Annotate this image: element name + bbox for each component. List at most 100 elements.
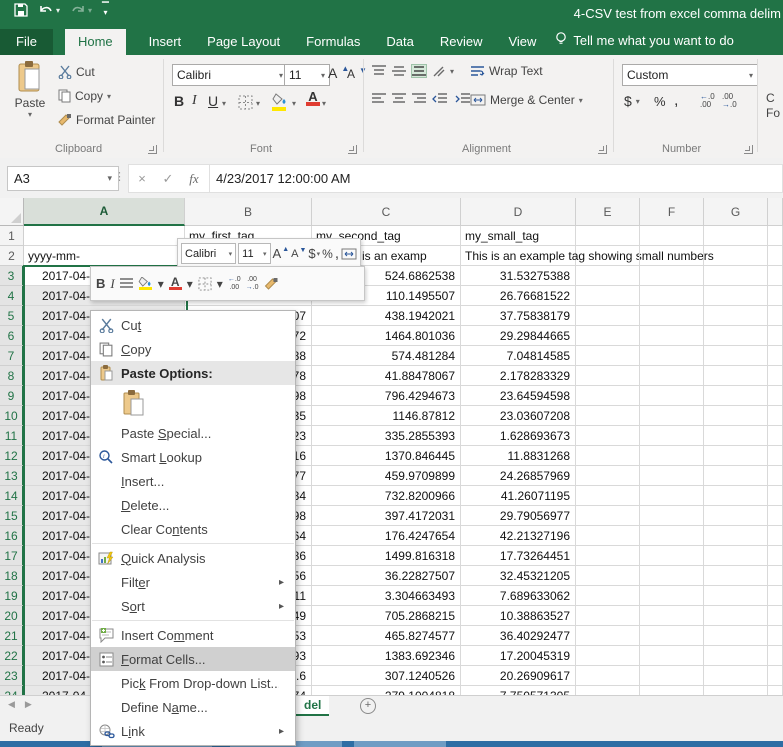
grid-cell-D22[interactable]: 17.20045319 [461, 646, 576, 666]
grid-cell-E4[interactable] [576, 286, 640, 306]
cut-button[interactable]: Cut [58, 65, 95, 79]
number-format-combo[interactable]: Custom ▾ [622, 64, 758, 86]
grid-cell-C7[interactable]: 574.481284 [312, 346, 461, 366]
menu-item-paste-options[interactable]: Paste Options: [91, 361, 295, 385]
grid-cell-F14[interactable] [640, 486, 704, 506]
grid-cell-E20[interactable] [576, 606, 640, 626]
grid-cell-D5[interactable]: 37.75838179 [461, 306, 576, 326]
grid-cell-D15[interactable]: 29.79056977 [461, 506, 576, 526]
align-center-icon[interactable] [392, 93, 406, 105]
mini-font-size-combo[interactable]: 11 ▾ [238, 243, 271, 264]
row-header-14[interactable]: 14 [0, 486, 24, 506]
grid-cell-F10[interactable] [640, 406, 704, 426]
align-left-icon[interactable] [372, 93, 386, 105]
grid-cell-F8[interactable] [640, 366, 704, 386]
grid-cell-D17[interactable]: 17.73264451 [461, 546, 576, 566]
row-header-2[interactable]: 2 [0, 246, 24, 266]
merge-center-dropdown-icon[interactable]: ▾ [579, 96, 583, 105]
borders-icon[interactable] [198, 276, 212, 291]
clipboard-dialog-launcher-icon[interactable] [148, 145, 157, 154]
italic-button[interactable]: I [192, 93, 197, 109]
decrease-decimal-button[interactable]: .00 →.0 [722, 93, 737, 109]
grid-cell-F17[interactable] [640, 546, 704, 566]
chevron-down-icon[interactable]: ▾ [273, 71, 283, 80]
paste-icon[interactable] [121, 389, 147, 417]
grid-cell-C9[interactable]: 796.4294673 [312, 386, 461, 406]
borders-dropdown-icon[interactable]: ▾ [217, 277, 223, 291]
grid-cell-G7[interactable] [704, 346, 768, 366]
grid-cell-D1[interactable]: my_small_tag [461, 226, 576, 246]
grid-cell-F4[interactable] [640, 286, 704, 306]
fill-color-dropdown-icon[interactable]: ▾ [292, 99, 296, 108]
grid-cell-E13[interactable] [576, 466, 640, 486]
grid-cell-E6[interactable] [576, 326, 640, 346]
row-header-4[interactable]: 4 [0, 286, 24, 306]
currency-icon[interactable]: $ ▾ [308, 246, 320, 261]
name-box[interactable]: A3 ▾ [7, 166, 119, 191]
font-color-icon[interactable]: A [168, 276, 182, 290]
grid-cell-F3[interactable] [640, 266, 704, 286]
bottom-align-icon[interactable] [411, 64, 427, 78]
menu-item-sort[interactable]: Sort ▸ [91, 594, 295, 618]
chevron-down-icon[interactable]: ▾ [743, 71, 753, 80]
grid-cell[interactable] [768, 326, 783, 346]
paste-button[interactable]: Paste ▾ [8, 61, 52, 127]
tab-formulas[interactable]: Formulas [293, 29, 373, 55]
align-right-icon[interactable] [412, 93, 426, 105]
grid-cell-F19[interactable] [640, 586, 704, 606]
grid-cell-F12[interactable] [640, 446, 704, 466]
grid-cell-D3[interactable]: 31.53275388 [461, 266, 576, 286]
column-header-D[interactable]: D [461, 198, 576, 226]
copy-dropdown-icon[interactable]: ▾ [107, 92, 111, 101]
grid-cell[interactable] [768, 246, 783, 266]
alignment-dialog-launcher-icon[interactable] [598, 145, 607, 154]
grid-cell-E8[interactable] [576, 366, 640, 386]
grid-cell-G2[interactable] [704, 246, 768, 266]
paste-dropdown-icon[interactable]: ▾ [8, 110, 52, 119]
grid-cell-G22[interactable] [704, 646, 768, 666]
grid-cell-E2[interactable] [576, 246, 640, 266]
grid-cell-G16[interactable] [704, 526, 768, 546]
grid-cell-D23[interactable]: 20.26909617 [461, 666, 576, 686]
grid-cell-C18[interactable]: 36.22827507 [312, 566, 461, 586]
menu-item-define-name[interactable]: Define Name... [91, 695, 295, 719]
font-color-dropdown-icon[interactable]: ▾ [187, 277, 193, 291]
column-header-A[interactable]: A [24, 198, 185, 226]
grid-cell-G9[interactable] [704, 386, 768, 406]
grid-cell-E19[interactable] [576, 586, 640, 606]
grid-cell-F9[interactable] [640, 386, 704, 406]
row-header-18[interactable]: 18 [0, 566, 24, 586]
font-color-button[interactable]: A [306, 90, 320, 106]
grid-cell[interactable] [768, 406, 783, 426]
grid-cell[interactable] [768, 506, 783, 526]
row-header-5[interactable]: 5 [0, 306, 24, 326]
grid-cell-D13[interactable]: 24.26857969 [461, 466, 576, 486]
mini-font-family-combo[interactable]: Calibri ▾ [181, 243, 237, 264]
tab-home[interactable]: Home [64, 29, 126, 55]
merge-center-button[interactable]: Merge & Center ▾ [470, 93, 583, 107]
shrink-font-icon[interactable]: A ▼ [291, 247, 306, 260]
menu-item-smart-lookup[interactable]: i Smart Lookup [91, 445, 295, 469]
column-header-partial[interactable] [768, 198, 783, 226]
grid-cell-D18[interactable]: 32.45321205 [461, 566, 576, 586]
grid-cell-C13[interactable]: 459.9709899 [312, 466, 461, 486]
grid-cell-D6[interactable]: 29.29844665 [461, 326, 576, 346]
grid-cell-G19[interactable] [704, 586, 768, 606]
grid-cell-E22[interactable] [576, 646, 640, 666]
grid-cell-G10[interactable] [704, 406, 768, 426]
grid-cell-G11[interactable] [704, 426, 768, 446]
customize-qat-icon[interactable]: ▔ ▾ [102, 3, 109, 17]
menu-item-insert-comment[interactable]: Insert Comment [91, 623, 295, 647]
grid-cell-F11[interactable] [640, 426, 704, 446]
increase-decimal-button[interactable]: ←.0.00 [700, 93, 715, 109]
bold-button[interactable]: B [174, 93, 184, 109]
grid-cell-E21[interactable] [576, 626, 640, 646]
grid-cell-F5[interactable] [640, 306, 704, 326]
menu-item-format-cells[interactable]: Format Cells... [91, 647, 295, 671]
decrease-decimal-icon[interactable]: .00 →.0 [246, 276, 259, 291]
row-header-23[interactable]: 23 [0, 666, 24, 686]
grid-cell-G20[interactable] [704, 606, 768, 626]
grid-cell-G12[interactable] [704, 446, 768, 466]
borders-button[interactable] [238, 95, 253, 113]
orientation-button[interactable]: ▾ [432, 64, 454, 78]
